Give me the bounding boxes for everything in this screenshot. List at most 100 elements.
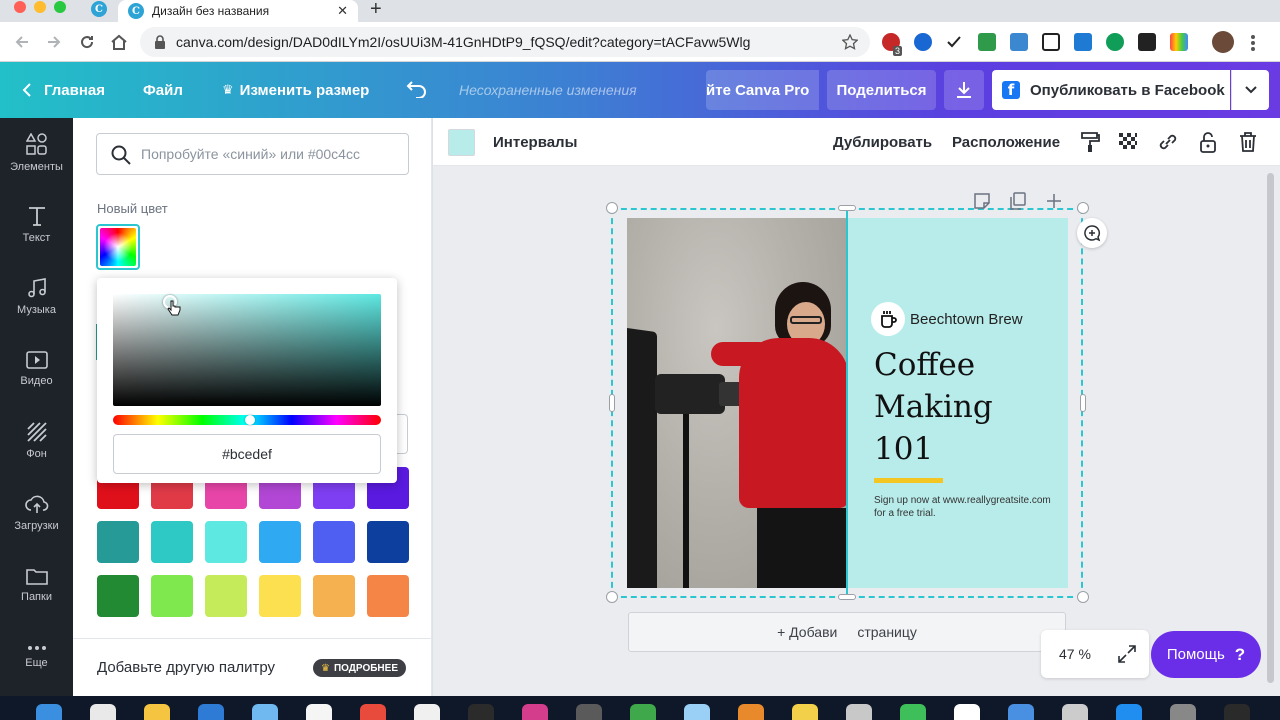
home-link[interactable]: Главная	[22, 62, 105, 118]
dock-app-icon[interactable]	[1008, 704, 1034, 720]
resize-button[interactable]: ♛ Изменить размер	[222, 62, 369, 118]
dock-app-icon[interactable]	[1116, 704, 1142, 720]
color-extension-icon[interactable]	[1170, 33, 1188, 51]
rail-text[interactable]: Текст	[0, 190, 73, 260]
inactive-tab[interactable]: C	[82, 0, 116, 18]
color-swatch[interactable]	[313, 521, 355, 563]
new-color-swatch[interactable]	[96, 224, 140, 270]
paint-roller-icon[interactable]	[1079, 131, 1101, 153]
dock-app-icon[interactable]	[900, 704, 926, 720]
rail-video[interactable]: Видео	[0, 334, 73, 404]
comment-button[interactable]	[1077, 218, 1107, 248]
minimize-window-icon[interactable]	[34, 1, 46, 13]
spacing-button[interactable]: Интервалы	[493, 118, 577, 166]
duplicate-page-icon[interactable]	[1009, 192, 1027, 210]
active-tab[interactable]: C Дизайн без названия ✕	[118, 0, 358, 22]
publish-options-button[interactable]	[1231, 70, 1269, 110]
resize-handle-top[interactable]	[838, 205, 856, 211]
file-menu[interactable]: Файл	[143, 62, 183, 118]
more-info-badge[interactable]: ♛ ПОДРОБНЕЕ	[313, 659, 406, 677]
bookmark-star-icon[interactable]	[842, 34, 858, 50]
hex-input[interactable]: #bcedef	[113, 434, 381, 474]
duplicate-button[interactable]: Дублировать	[833, 118, 932, 166]
back-icon[interactable]	[14, 34, 30, 50]
color-swatch[interactable]	[97, 575, 139, 617]
color-swatch[interactable]	[367, 521, 409, 563]
hue-slider-thumb[interactable]	[244, 415, 255, 425]
rail-elements[interactable]: Элементы	[0, 118, 73, 188]
resize-handle-top-right[interactable]	[1077, 202, 1089, 214]
resize-handle-bottom[interactable]	[838, 594, 856, 600]
dock-app-icon[interactable]	[198, 704, 224, 720]
id-extension-icon[interactable]	[1074, 33, 1092, 51]
resize-handle-bottom-right[interactable]	[1077, 591, 1089, 603]
rail-more[interactable]: Еще	[0, 622, 73, 692]
add-page-icon[interactable]	[1045, 192, 1063, 210]
download-button[interactable]	[944, 70, 984, 110]
dock-app-icon[interactable]	[846, 704, 872, 720]
maximize-window-icon[interactable]	[54, 1, 66, 13]
dock-app-icon[interactable]	[144, 704, 170, 720]
color-swatch[interactable]	[259, 521, 301, 563]
dock-app-icon[interactable]	[630, 704, 656, 720]
arrange-button[interactable]: Расположение	[952, 118, 1060, 166]
add-page-button[interactable]: + Добави страницу	[628, 612, 1066, 652]
dock-app-icon[interactable]	[684, 704, 710, 720]
dock-app-icon[interactable]	[1224, 704, 1250, 720]
color-swatch[interactable]	[259, 575, 301, 617]
dock-app-icon[interactable]	[90, 704, 116, 720]
transparency-icon[interactable]	[1117, 131, 1139, 153]
dock-app-icon[interactable]	[1170, 704, 1196, 720]
cube-extension-icon[interactable]	[1042, 33, 1060, 51]
profile-avatar[interactable]	[1212, 31, 1234, 53]
dock-app-icon[interactable]	[36, 704, 62, 720]
link-icon[interactable]	[1157, 131, 1179, 153]
new-tab-button[interactable]: +	[370, 0, 382, 21]
address-bar[interactable]: canva.com/design/DAD0dILYm2I/osUUi3M-41G…	[140, 27, 870, 57]
page-note-icon[interactable]	[973, 192, 991, 210]
dock-app-icon[interactable]	[306, 704, 332, 720]
resize-handle-top-left[interactable]	[606, 202, 618, 214]
color-swatch[interactable]	[97, 521, 139, 563]
dock-app-icon[interactable]	[522, 704, 548, 720]
resize-handle-right[interactable]	[1080, 394, 1086, 412]
publish-facebook-button[interactable]: f Опубликовать в Facebook	[992, 70, 1230, 110]
box-extension-icon[interactable]	[1138, 33, 1156, 51]
help-button[interactable]: Помощь ?	[1151, 631, 1261, 678]
dock-app-icon[interactable]	[360, 704, 386, 720]
resize-handle-left[interactable]	[609, 394, 615, 412]
color-swatch[interactable]	[151, 575, 193, 617]
dock-app-icon[interactable]	[576, 704, 602, 720]
rail-uploads[interactable]: Загрузки	[0, 478, 73, 548]
check-extension-icon[interactable]	[946, 34, 962, 50]
vertical-scrollbar[interactable]	[1267, 173, 1274, 683]
share-button[interactable]: Поделиться	[827, 70, 936, 110]
forward-icon[interactable]	[46, 34, 62, 50]
photo-extension-icon[interactable]	[1010, 33, 1028, 51]
dock-app-icon[interactable]	[954, 704, 980, 720]
lock-icon[interactable]	[1197, 131, 1219, 153]
home-icon[interactable]	[110, 33, 128, 51]
color-swatch[interactable]	[313, 575, 355, 617]
dock-app-icon[interactable]	[1062, 704, 1088, 720]
reload-icon[interactable]	[79, 34, 95, 50]
close-window-icon[interactable]	[14, 1, 26, 13]
rail-music[interactable]: Музыка	[0, 262, 73, 332]
rail-folders[interactable]: Папки	[0, 550, 73, 620]
rail-background[interactable]: Фон	[0, 406, 73, 476]
trash-icon[interactable]	[1237, 131, 1259, 153]
dock-app-icon[interactable]	[792, 704, 818, 720]
element-color-button[interactable]	[448, 129, 475, 156]
color-swatch[interactable]	[367, 575, 409, 617]
saturation-area[interactable]	[113, 294, 381, 406]
dock-app-icon[interactable]	[738, 704, 764, 720]
close-tab-icon[interactable]: ✕	[337, 3, 348, 19]
resize-handle-bottom-left[interactable]	[606, 591, 618, 603]
dock-app-icon[interactable]	[468, 704, 494, 720]
color-swatch[interactable]	[205, 575, 247, 617]
pocket-extension-icon[interactable]	[914, 33, 932, 51]
color-swatch[interactable]	[151, 521, 193, 563]
undo-icon[interactable]	[406, 80, 428, 98]
color-swatch[interactable]	[205, 521, 247, 563]
grammarly-extension-icon[interactable]	[1106, 33, 1124, 51]
